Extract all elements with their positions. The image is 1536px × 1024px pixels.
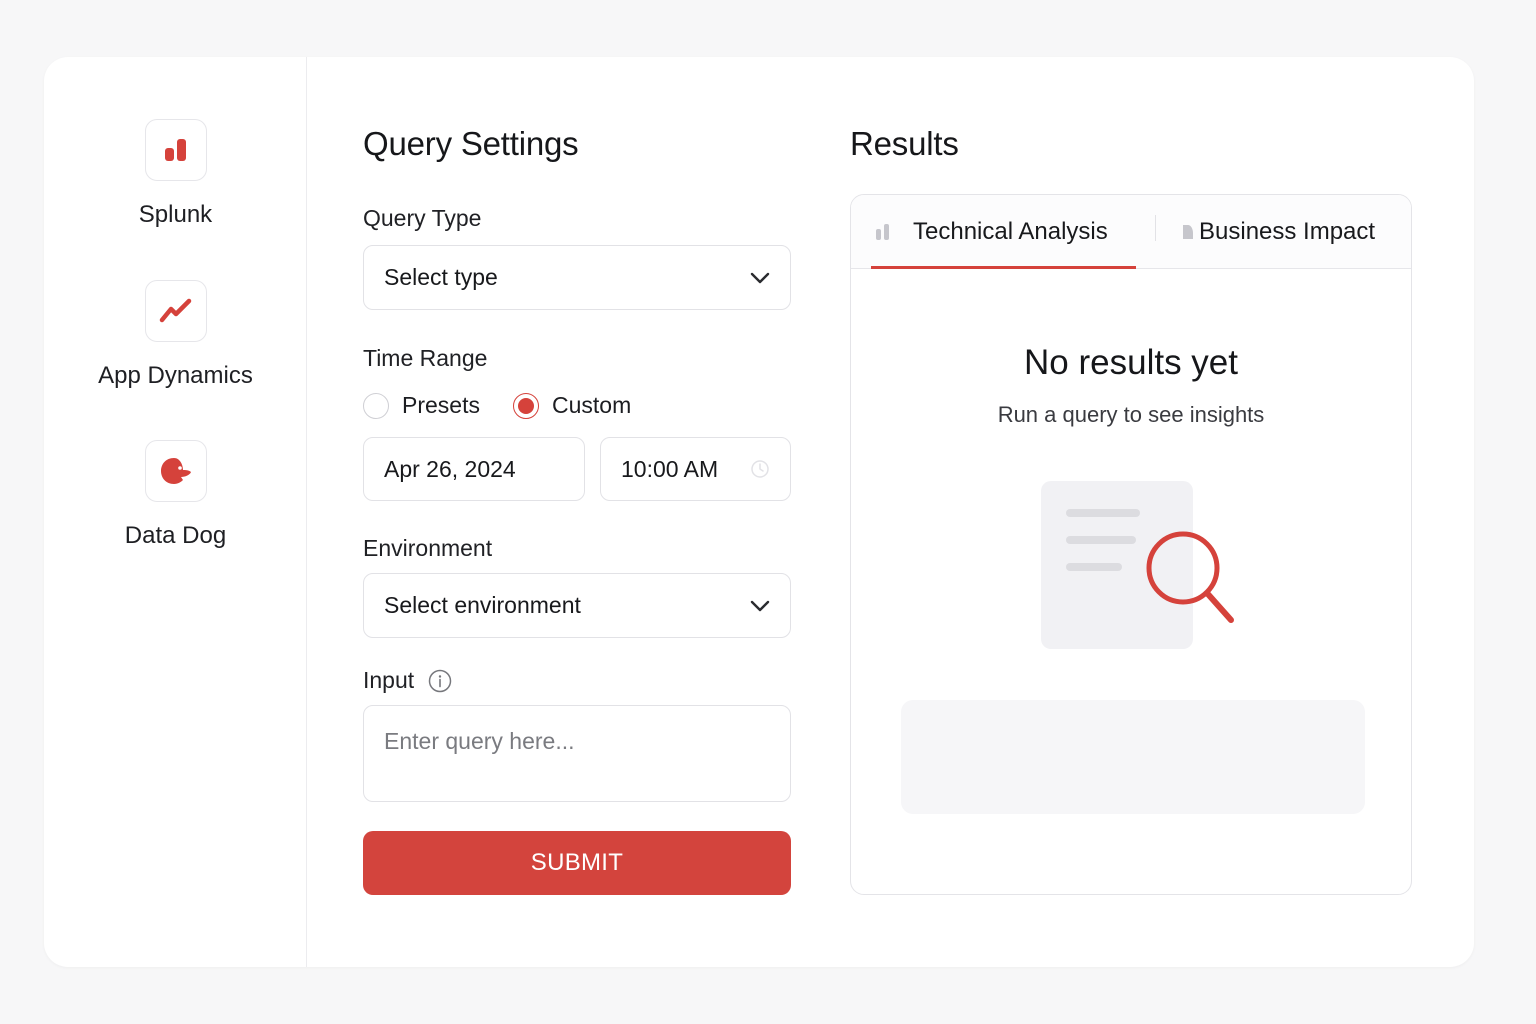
tab-label: Business Impact xyxy=(1199,218,1376,245)
custom-radio[interactable] xyxy=(512,392,539,419)
chevron-down-icon xyxy=(750,600,770,611)
submit-button[interactable]: SUBMIT xyxy=(363,831,791,895)
main-card: Splunk App Dynamics Data Dog Query Setti… xyxy=(44,57,1474,967)
document-search-illustration xyxy=(1041,481,1234,649)
sidebar-item-data-dog[interactable]: Data Dog xyxy=(44,440,307,550)
tab-business-impact[interactable]: Business Impact xyxy=(1181,195,1375,269)
clock-icon xyxy=(751,460,769,478)
time-range-label: Time Range xyxy=(363,345,488,371)
info-icon[interactable] xyxy=(428,669,452,693)
integrations-sidebar: Splunk App Dynamics Data Dog xyxy=(44,57,307,967)
bar-chart-icon xyxy=(144,119,207,181)
date-value: Apr 26, 2024 xyxy=(384,455,516,482)
sidebar-item-app-dynamics[interactable]: App Dynamics xyxy=(44,280,307,390)
empty-state-subtitle: Run a query to see insights xyxy=(997,402,1265,427)
query-input[interactable]: Enter query here... xyxy=(363,705,791,802)
time-input[interactable]: 10:00 AM xyxy=(600,437,791,501)
active-tab-indicator xyxy=(871,266,1136,269)
results-placeholder xyxy=(901,700,1365,814)
pie-chart-icon xyxy=(1183,225,1193,239)
results-card: Technical Analysis Business Impact No re… xyxy=(850,194,1412,895)
input-label-row: Input xyxy=(363,667,452,694)
results-title: Results xyxy=(850,125,959,162)
sidebar-item-label: Splunk xyxy=(138,201,213,228)
trend-line-icon xyxy=(144,280,207,342)
query-type-label: Query Type xyxy=(363,205,482,231)
tab-technical-analysis[interactable]: Technical Analysis xyxy=(875,195,1108,269)
sidebar-item-label: Data Dog xyxy=(124,522,227,549)
chevron-down-icon xyxy=(750,272,770,283)
query-settings-title: Query Settings xyxy=(363,125,579,162)
tab-label: Technical Analysis xyxy=(913,218,1108,245)
empty-state-title: No results yet xyxy=(1024,343,1238,382)
environment-value: Select environment xyxy=(384,592,581,618)
input-label: Input xyxy=(363,667,415,693)
tab-divider xyxy=(1155,215,1156,241)
environment-label: Environment xyxy=(363,535,493,561)
bar-chart-icon xyxy=(876,224,889,240)
results-tabs: Technical Analysis Business Impact xyxy=(851,195,1411,269)
sidebar-item-label: App Dynamics xyxy=(98,362,253,389)
sidebar-item-splunk[interactable]: Splunk xyxy=(44,119,307,229)
query-type-select[interactable]: Select type xyxy=(363,245,791,310)
dog-head-icon xyxy=(144,440,207,502)
time-range-options: Presets Custom xyxy=(363,392,631,419)
date-input[interactable]: Apr 26, 2024 xyxy=(363,437,585,501)
presets-radio[interactable] xyxy=(363,392,389,419)
custom-radio-label[interactable]: Custom xyxy=(552,392,631,419)
time-value: 10:00 AM xyxy=(621,455,719,482)
query-type-value: Select type xyxy=(384,264,498,290)
query-input-placeholder: Enter query here... xyxy=(384,728,575,754)
presets-radio-label[interactable]: Presets xyxy=(402,392,480,419)
environment-select[interactable]: Select environment xyxy=(363,573,791,638)
